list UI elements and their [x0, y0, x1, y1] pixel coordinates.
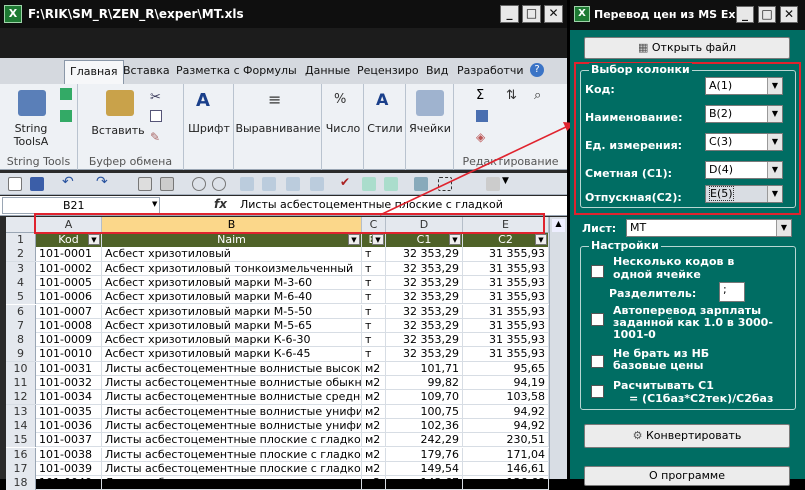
no-base-prices-label: Не брать из НБ базовые цены [613, 347, 710, 372]
kod-column-select[interactable]: A(1) ▼ [705, 77, 783, 95]
field-label-c2: Отпускная(С2): [585, 191, 682, 204]
convert-label: Конвертировать [646, 429, 742, 442]
folder-icon: ▦ [638, 41, 652, 54]
multi-codes-label: Несколько кодов в одной ячейке [613, 255, 735, 281]
settings-group: Настройки Несколько кодов в одной ячейке… [580, 239, 796, 410]
chevron-down-icon[interactable]: ▼ [767, 186, 782, 202]
no-base-prices-checkbox[interactable] [591, 355, 604, 368]
calc-c1-label: Расчитывать С1 [613, 379, 714, 392]
auto-salary-checkbox[interactable] [591, 313, 604, 326]
chevron-down-icon[interactable]: ▼ [767, 78, 782, 94]
separator-input[interactable]: ; [719, 282, 745, 302]
maximize-icon[interactable]: □ [758, 6, 776, 23]
about-label: О программе [649, 469, 725, 482]
field-label-name: Наименование: [585, 111, 683, 124]
minimize-icon[interactable]: _ [736, 6, 754, 23]
converter-panel: X Перевод цен из MS Ex... _ □ ✕ ▦ Открыт… [570, 0, 805, 486]
c2-column-select[interactable]: E(5) ▼ [705, 185, 783, 203]
name-column-select[interactable]: B(2) ▼ [705, 105, 783, 123]
convert-button[interactable]: ⚙ Конвертировать [584, 424, 790, 448]
kod-select-value: A(1) [709, 79, 733, 92]
auto-salary-label: Автоперевод зарплаты заданной как 1.0 в … [613, 304, 773, 341]
name-select-value: B(2) [709, 107, 733, 120]
chevron-down-icon[interactable]: ▼ [767, 106, 782, 122]
field-label-unit: Ед. измерения: [585, 139, 683, 152]
settings-legend: Настройки [589, 239, 661, 252]
field-label-kod: Код: [585, 83, 615, 96]
calc-c1-formula: = (С1баз*С2тек)/С2баз [629, 392, 774, 405]
panel-title-bar: X Перевод цен из MS Ex... _ □ ✕ [570, 0, 805, 30]
sheet-label: Лист: [582, 222, 617, 235]
field-label-c1: Сметная (С1): [585, 167, 672, 180]
unit-column-select[interactable]: C(3) ▼ [705, 133, 783, 151]
open-file-button[interactable]: ▦ Открыть файл [584, 37, 790, 59]
sheet-select[interactable]: MT ▼ [626, 219, 792, 237]
column-select-legend: Выбор колонки [589, 63, 692, 76]
c1-select-value: D(4) [709, 163, 734, 176]
c2-select-value: E(5) [709, 186, 734, 201]
chevron-down-icon[interactable]: ▼ [767, 162, 782, 178]
sheet-select-value: MT [630, 221, 647, 234]
panel-title: Перевод цен из MS Ex... [594, 8, 749, 21]
close-icon[interactable]: ✕ [780, 6, 798, 23]
separator-label: Разделитель: [609, 287, 697, 300]
open-file-label: Открыть файл [651, 41, 736, 54]
column-select-group: Выбор колонки Код: A(1) ▼ Наименование: B… [580, 63, 796, 208]
about-button[interactable]: О программе [584, 466, 790, 486]
chevron-down-icon[interactable]: ▼ [776, 220, 791, 236]
unit-select-value: C(3) [709, 135, 733, 148]
calc-c1-checkbox[interactable] [591, 385, 604, 398]
convert-icon: ⚙ [632, 429, 646, 442]
panel-app-icon[interactable]: X [574, 6, 590, 22]
multi-codes-checkbox[interactable] [591, 265, 604, 278]
c1-column-select[interactable]: D(4) ▼ [705, 161, 783, 179]
chevron-down-icon[interactable]: ▼ [767, 134, 782, 150]
